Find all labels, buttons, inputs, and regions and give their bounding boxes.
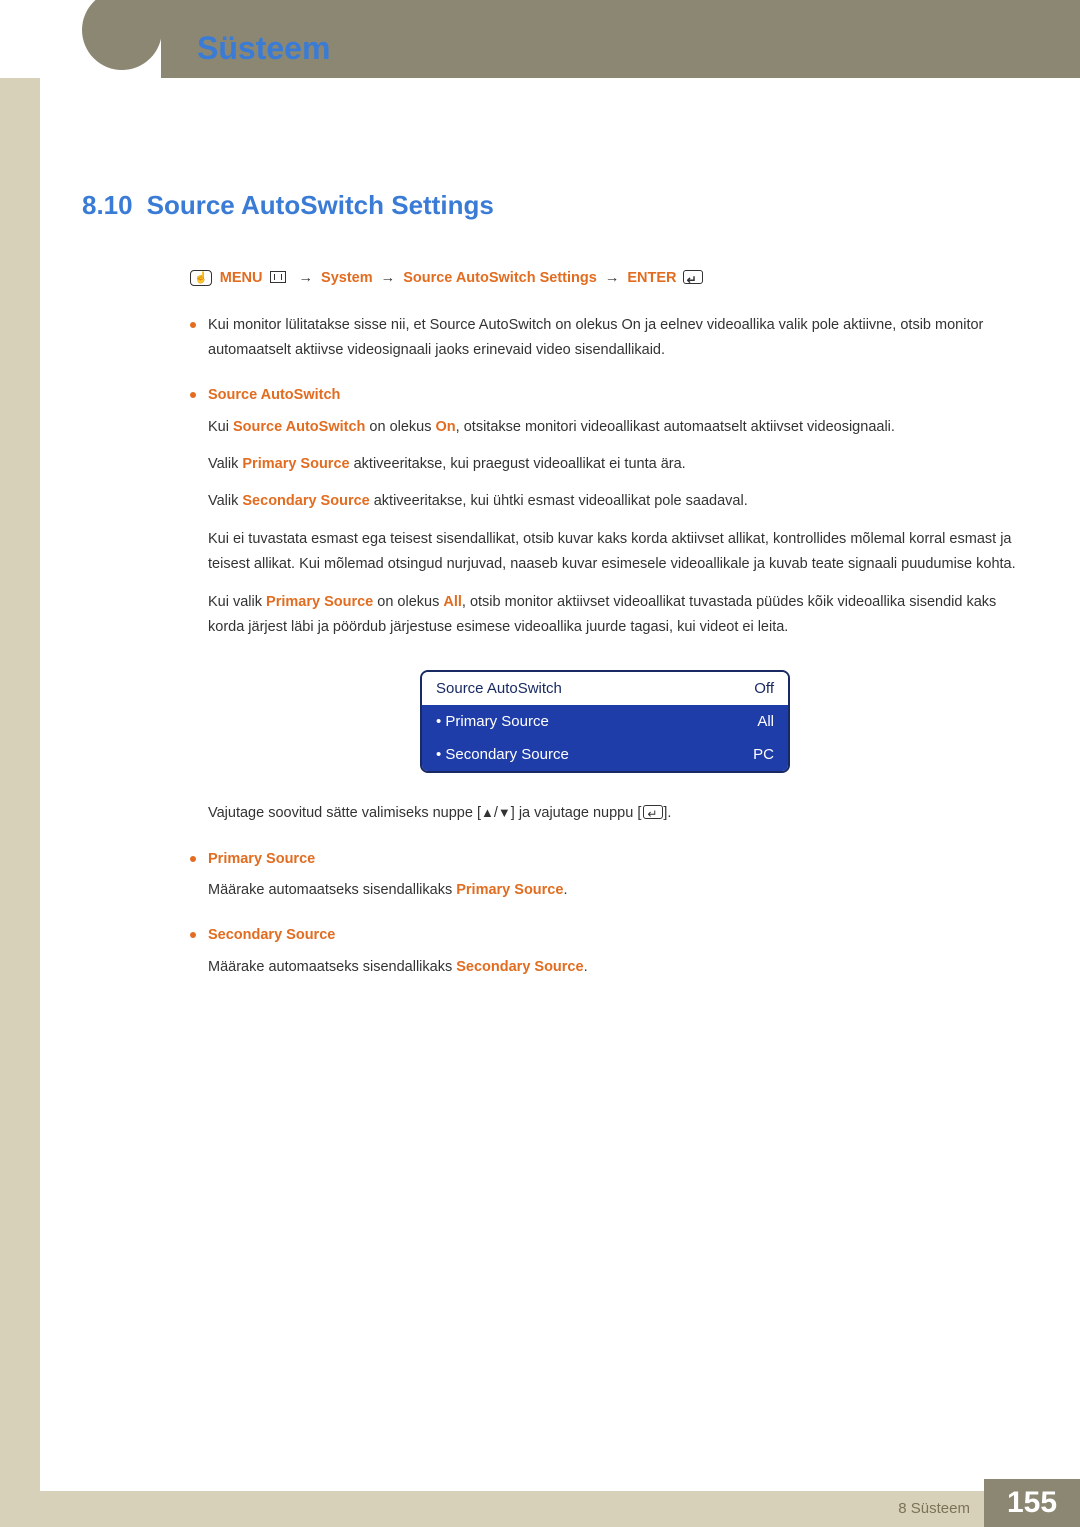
nav-menu: MENU xyxy=(220,270,263,286)
section-heading: 8.10 Source AutoSwitch Settings xyxy=(82,190,1020,221)
s1-p4: Kui ei tuvastata esmast ega teisest sise… xyxy=(190,527,1020,578)
osd-r3-label: Secondary Source xyxy=(436,746,569,763)
nav-step-2: Source AutoSwitch Settings xyxy=(403,270,597,286)
content: 8.10 Source AutoSwitch Settings ☝ MENU →… xyxy=(82,190,1020,1000)
s2-p: Määrake automaatseks sisendallikaks Prim… xyxy=(190,878,1020,903)
left-rail xyxy=(0,78,40,1527)
page-number: 155 xyxy=(984,1479,1080,1527)
nav-step-1: System xyxy=(321,270,373,286)
s1-p1: Kui Source AutoSwitch on olekus On, otsi… xyxy=(190,415,1020,440)
up-triangle-icon: ▲ xyxy=(481,805,494,820)
osd-row-1: Source AutoSwitch Off xyxy=(422,672,788,705)
subhead-source-autoswitch: Source AutoSwitch xyxy=(190,383,1020,408)
osd-row-2: Primary Source All xyxy=(422,705,788,738)
menu-icon xyxy=(270,271,286,283)
osd-r3-value: PC xyxy=(753,746,774,763)
section-title: Source AutoSwitch Settings xyxy=(147,190,494,221)
osd-row-3: Secondary Source PC xyxy=(422,738,788,771)
remote-icon: ☝ xyxy=(190,270,212,286)
osd-r1-value: Off xyxy=(754,680,774,697)
intro-paragraph: Kui monitor lülitatakse sisse nii, et So… xyxy=(190,313,1020,364)
footer: 8 Süsteem 155 xyxy=(0,1479,1080,1527)
navigation-hint: Vajutage soovitud sätte valimiseks nuppe… xyxy=(190,801,1020,826)
footer-chapter-label: 8 Süsteem xyxy=(898,1500,970,1517)
subhead-secondary-source: Secondary Source xyxy=(190,923,1020,948)
osd-menu: Source AutoSwitch Off Primary Source All… xyxy=(420,670,790,773)
s1-p2: Valik Primary Source aktiveeritakse, kui… xyxy=(190,452,1020,477)
menu-navigation-path: ☝ MENU → System → Source AutoSwitch Sett… xyxy=(190,265,1020,293)
down-triangle-icon: ▼ xyxy=(498,805,511,820)
nav-enter: ENTER xyxy=(627,270,676,286)
enter-icon xyxy=(683,270,703,284)
footer-left xyxy=(0,1479,40,1527)
section-number: 8.10 xyxy=(82,190,133,221)
s1-p3: Valik Secondary Source aktiveeritakse, k… xyxy=(190,489,1020,514)
header-bar: Süsteem xyxy=(0,0,1080,78)
s1-p5: Kui valik Primary Source on olekus All, … xyxy=(190,590,1020,641)
osd-r2-label: Primary Source xyxy=(436,713,549,730)
page-title: Süsteem xyxy=(197,30,330,67)
osd-r1-label: Source AutoSwitch xyxy=(436,680,562,697)
subhead-primary-source: Primary Source xyxy=(190,847,1020,872)
s3-p: Määrake automaatseks sisendallikaks Seco… xyxy=(190,955,1020,980)
osd-r2-value: All xyxy=(757,713,774,730)
enter-icon xyxy=(643,805,663,819)
